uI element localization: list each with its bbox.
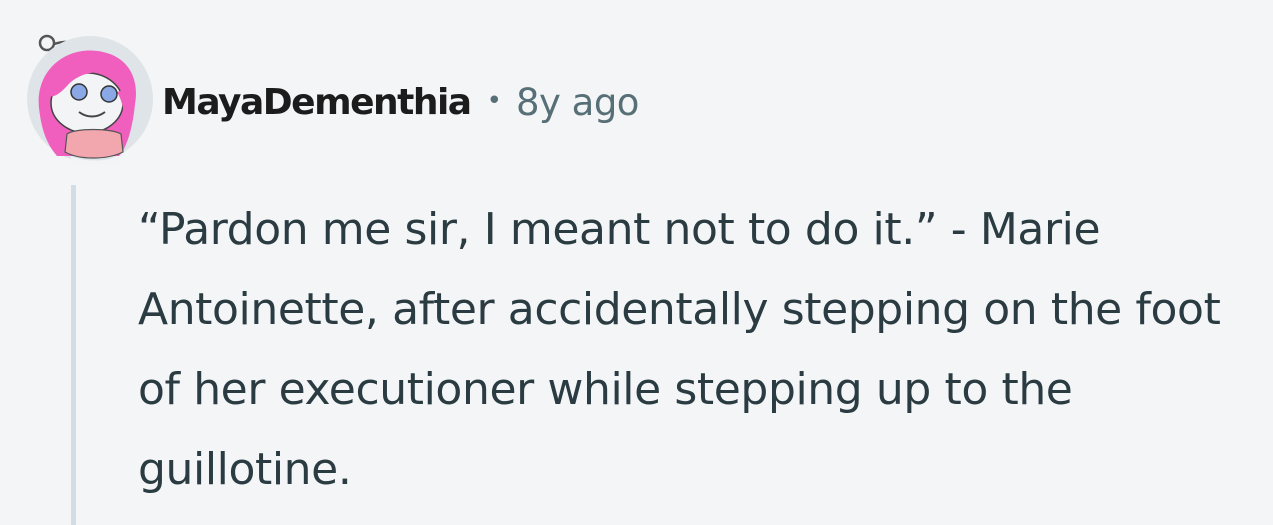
snoo-avatar-icon (27, 34, 153, 164)
author-name[interactable]: MayaDementhia (162, 82, 472, 123)
comment: MayaDementhia • 8y ago “Pardon me sir, I… (0, 0, 1273, 525)
thread-collapse-line[interactable] (71, 185, 76, 525)
avatar[interactable] (27, 30, 157, 164)
comment-header: MayaDementhia • 8y ago (162, 74, 639, 130)
meta-separator: • (486, 86, 502, 116)
comment-timestamp[interactable]: 8y ago (516, 81, 640, 124)
comment-body: “Pardon me sir, I meant not to do it.” -… (138, 204, 1221, 495)
